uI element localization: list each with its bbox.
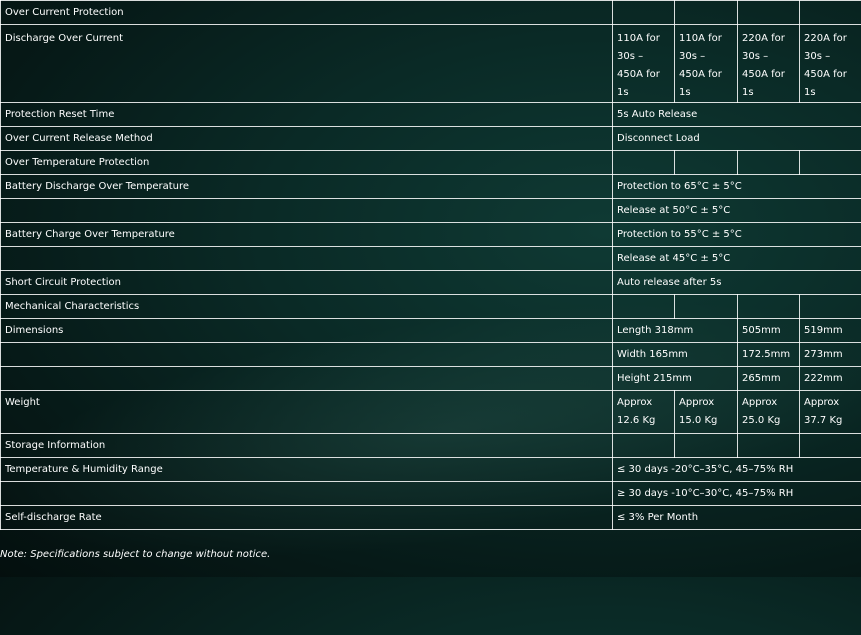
footnote: Note: Specifications subject to change w… [0, 549, 270, 560]
table-cell: 172.5mm [738, 343, 800, 367]
row-label [1, 343, 613, 367]
row-label: Discharge Over Current [1, 25, 613, 103]
table-cell: Approx 25.0 Kg [738, 391, 800, 434]
table-cell [738, 295, 800, 319]
table-cell [613, 151, 675, 175]
row-label: Temperature & Humidity Range [1, 458, 613, 482]
row-label [1, 367, 613, 391]
table-cell: ≥ 30 days -10°C–30°C, 45–75% RH [613, 482, 861, 506]
table-cell: Protection to 65°C ± 5°C [613, 175, 861, 199]
table-cell [613, 434, 675, 458]
row-label: Protection Reset Time [1, 103, 613, 127]
table-cell: Length 318mm [613, 319, 738, 343]
table-row: Protection Reset Time 5s Auto Release [1, 103, 861, 127]
table-cell [800, 434, 861, 458]
table-cell: 220A for 30s – 450A for 1s [800, 25, 861, 103]
row-label: Weight [1, 391, 613, 434]
table-cell: 110A for 30s – 450A for 1s [675, 25, 738, 103]
table-cell: 222mm [800, 367, 861, 391]
table-row: Self-discharge Rate ≤ 3% Per Month [1, 506, 861, 530]
table-cell [675, 295, 738, 319]
table-cell [738, 151, 800, 175]
table-cell: 220A for 30s – 450A for 1s [738, 25, 800, 103]
table-row: Over Current Protection [1, 1, 861, 25]
table-row: Short Circuit Protection Auto release af… [1, 271, 861, 295]
table-row: Release at 45°C ± 5°C [1, 247, 861, 271]
table-cell [613, 295, 675, 319]
row-label [1, 482, 613, 506]
table-row: Weight Approx 12.6 Kg Approx 15.0 Kg App… [1, 391, 861, 434]
table-cell: 505mm [738, 319, 800, 343]
table-cell: 265mm [738, 367, 800, 391]
table-row: Storage Information [1, 434, 861, 458]
row-label: Over Current Release Method [1, 127, 613, 151]
table-cell: 5s Auto Release [613, 103, 861, 127]
table-row: Height 215mm 265mm 222mm [1, 367, 861, 391]
table-cell [675, 151, 738, 175]
row-label [1, 247, 613, 271]
table-cell: Protection to 55°C ± 5°C [613, 223, 861, 247]
row-label: Over Temperature Protection [1, 151, 613, 175]
row-label: Self-discharge Rate [1, 506, 613, 530]
table-row: Temperature & Humidity Range ≤ 30 days -… [1, 458, 861, 482]
row-label: Mechanical Characteristics [1, 295, 613, 319]
table-row: Discharge Over Current 110A for 30s – 45… [1, 25, 861, 103]
table-cell [800, 151, 861, 175]
spec-table: Over Current Protection Discharge Over C… [0, 0, 861, 530]
row-label [1, 199, 613, 223]
row-label: Battery Charge Over Temperature [1, 223, 613, 247]
table-row: Width 165mm 172.5mm 273mm [1, 343, 861, 367]
row-label: Dimensions [1, 319, 613, 343]
table-cell [738, 434, 800, 458]
table-cell: 273mm [800, 343, 861, 367]
table-cell: Approx 15.0 Kg [675, 391, 738, 434]
table-cell: Width 165mm [613, 343, 738, 367]
table-row: Release at 50°C ± 5°C [1, 199, 861, 223]
table-cell [738, 1, 800, 25]
table-row: Battery Charge Over Temperature Protecti… [1, 223, 861, 247]
table-cell: Disconnect Load [613, 127, 861, 151]
table-cell [675, 434, 738, 458]
table-cell: ≤ 3% Per Month [613, 506, 861, 530]
table-cell: Approx 37.7 Kg [800, 391, 861, 434]
table-row: Over Temperature Protection [1, 151, 861, 175]
row-label: Storage Information [1, 434, 613, 458]
table-row: Mechanical Characteristics [1, 295, 861, 319]
table-row: Over Current Release Method Disconnect L… [1, 127, 861, 151]
table-cell: Release at 50°C ± 5°C [613, 199, 861, 223]
row-label: Battery Discharge Over Temperature [1, 175, 613, 199]
table-cell: 110A for 30s – 450A for 1s [613, 25, 675, 103]
table-cell: 519mm [800, 319, 861, 343]
table-cell: Approx 12.6 Kg [613, 391, 675, 434]
table-cell: ≤ 30 days -20°C–35°C, 45–75% RH [613, 458, 861, 482]
table-row: Battery Discharge Over Temperature Prote… [1, 175, 861, 199]
row-label: Short Circuit Protection [1, 271, 613, 295]
table-row: ≥ 30 days -10°C–30°C, 45–75% RH [1, 482, 861, 506]
table-cell [800, 1, 861, 25]
table-row: Dimensions Length 318mm 505mm 519mm [1, 319, 861, 343]
table-cell: Auto release after 5s [613, 271, 861, 295]
table-cell: Release at 45°C ± 5°C [613, 247, 861, 271]
table-cell [613, 1, 675, 25]
table-cell [800, 295, 861, 319]
table-cell [675, 1, 738, 25]
table-cell: Height 215mm [613, 367, 738, 391]
row-label: Over Current Protection [1, 1, 613, 25]
